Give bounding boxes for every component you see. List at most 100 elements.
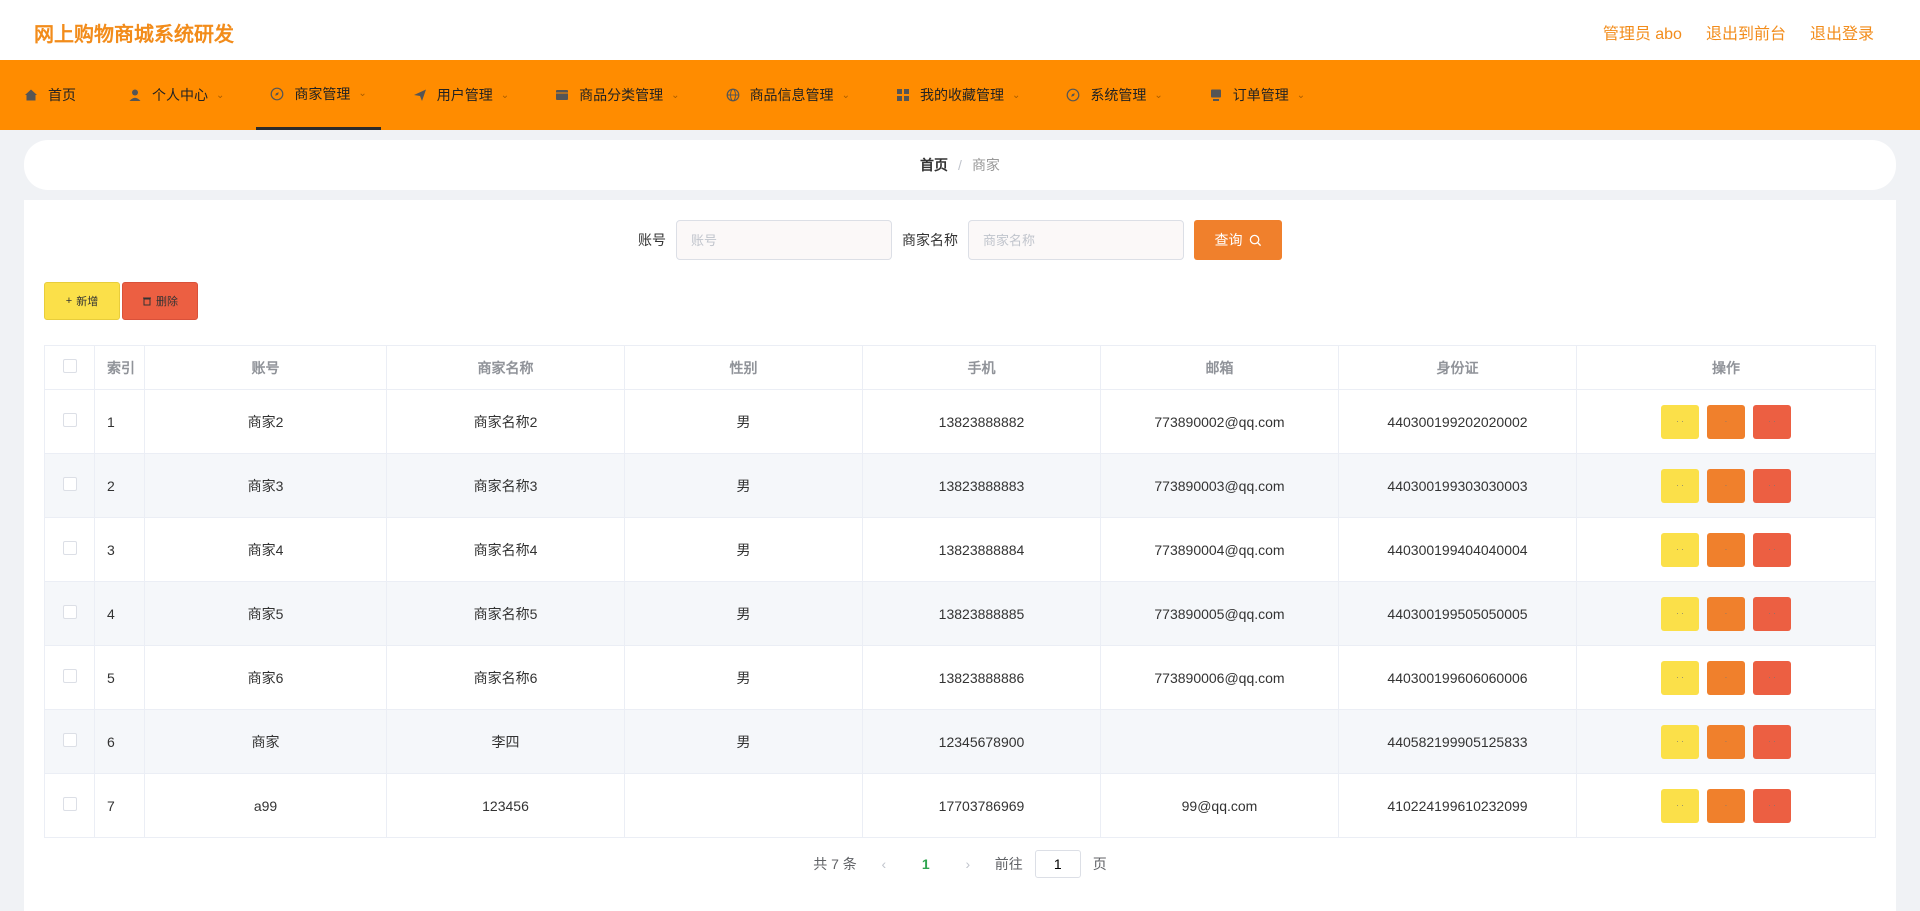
cell-email: 99@qq.com (1100, 773, 1339, 838)
cell-phone: 13823888885 (862, 581, 1101, 646)
nav-item-label: 商品信息管理 (749, 87, 834, 103)
delete-button[interactable]: 删除 (122, 282, 198, 320)
row-checkbox[interactable] (62, 413, 77, 427)
row-checkbox[interactable] (62, 541, 77, 555)
col-phone: 手机 (862, 345, 1101, 390)
cell-merchant-name: 商家名称3 (386, 453, 625, 518)
cell-id-card: 440300199404040004 (1338, 517, 1577, 582)
edit-button[interactable]: · (1707, 660, 1745, 695)
select-all-checkbox[interactable] (62, 359, 77, 373)
table-row: 5 商家6 商家名称6 男 13823888886 773890006@qq.com 440… (44, 645, 1876, 710)
detail-button[interactable]: · · (1661, 532, 1699, 567)
detail-button[interactable]: · · (1661, 660, 1699, 695)
page-number[interactable]: 1 (911, 856, 941, 872)
cell-phone: 13823888883 (862, 453, 1101, 518)
merchant-name-input[interactable] (968, 220, 1184, 260)
detail-button[interactable]: · · (1661, 724, 1699, 759)
row-select-cell (44, 773, 95, 838)
edit-button[interactable]: · (1707, 724, 1745, 759)
edit-button[interactable]: · (1707, 532, 1745, 567)
row-delete-button[interactable]: · · (1753, 660, 1791, 695)
edit-button[interactable]: · (1707, 404, 1745, 439)
edit-button[interactable]: · (1707, 596, 1745, 631)
home-icon (24, 88, 38, 102)
nav-item-6[interactable]: 我的收藏管理 ⌄ (882, 60, 1034, 130)
goto-page-input[interactable] (1034, 850, 1081, 878)
detail-button[interactable]: · · (1661, 596, 1699, 631)
nav-item-4[interactable]: 商品分类管理 ⌄ (541, 60, 693, 130)
nav-item-7[interactable]: 系统管理 ⌄ (1052, 60, 1176, 130)
cell-email (1100, 709, 1339, 774)
row-checkbox[interactable] (62, 797, 77, 811)
cell-phone: 13823888886 (862, 645, 1101, 710)
nav-item-3[interactable]: 用户管理 ⌄ (399, 60, 523, 130)
add-button[interactable]: + 新增 (44, 282, 120, 320)
row-operations: · · · · · (1576, 709, 1876, 774)
row-delete-button[interactable]: · · (1753, 532, 1791, 567)
cell-id-card: 440300199303030003 (1338, 453, 1577, 518)
compass-icon (1066, 88, 1080, 102)
cell-account: 商家4 (144, 517, 387, 582)
cell-merchant-name: 商家名称5 (386, 581, 625, 646)
goto-label: 前往 (994, 856, 1023, 872)
detail-button[interactable]: · · (1661, 468, 1699, 503)
breadcrumb-home[interactable]: 首页 (920, 155, 948, 175)
cell-gender: 男 (624, 645, 863, 710)
logout-link[interactable]: 退出登录 (1810, 20, 1874, 44)
trash-icon (143, 297, 151, 306)
row-checkbox[interactable] (62, 733, 77, 747)
merchant-table: 索引 账号 商家名称 性别 手机 邮箱 身份证 操作 1 商家2 商家名称2 男 138… (44, 345, 1876, 838)
main-nav: 首页 个人中心 ⌄ 商家管理 ⌄ 用户管理 ⌄ 商品分类管理 ⌄ 商品信息管理 ⌄ 我的收藏管理 ⌄ 系统… (0, 60, 1920, 130)
row-checkbox[interactable] (62, 605, 77, 619)
row-checkbox[interactable] (62, 477, 77, 491)
detail-button[interactable]: · · (1661, 788, 1699, 823)
nav-item-1[interactable]: 个人中心 ⌄ (114, 60, 238, 130)
cell-email: 773890004@qq.com (1100, 517, 1339, 582)
row-delete-button[interactable]: · · (1753, 724, 1791, 759)
table-row: 2 商家3 商家名称3 男 13823888883 773890003@qq.com 440… (44, 453, 1876, 518)
cell-phone: 12345678900 (862, 709, 1101, 774)
account-input[interactable] (676, 220, 892, 260)
col-email: 邮箱 (1100, 345, 1339, 390)
nav-item-2[interactable]: 商家管理 ⌄ (256, 60, 381, 130)
cell-id-card: 440300199505050005 (1338, 581, 1577, 646)
edit-button[interactable]: · (1707, 788, 1745, 823)
row-delete-button[interactable]: · · (1753, 404, 1791, 439)
query-button[interactable]: 查询 (1194, 220, 1282, 260)
user-icon (128, 88, 142, 102)
detail-button[interactable]: · · (1661, 404, 1699, 439)
query-button-label: 查询 (1214, 232, 1243, 248)
cell-merchant-name: 123456 (386, 773, 625, 838)
nav-item-5[interactable]: 商品信息管理 ⌄ (712, 60, 864, 130)
admin-user-link[interactable]: 管理员 abo (1603, 20, 1682, 44)
nav-item-8[interactable]: 订单管理 ⌄ (1195, 60, 1319, 130)
cell-id-card: 410224199610232099 (1338, 773, 1577, 838)
search-icon (1249, 234, 1261, 246)
col-id-card: 身份证 (1338, 345, 1577, 390)
nav-item-label: 首页 (48, 87, 76, 103)
table-row: 3 商家4 商家名称4 男 13823888884 773890004@qq.com 440… (44, 517, 1876, 582)
row-delete-button[interactable]: · · (1753, 596, 1791, 631)
exit-to-front-link[interactable]: 退出到前台 (1706, 20, 1786, 44)
col-account: 账号 (144, 345, 387, 390)
select-all-cell (44, 345, 95, 390)
nav-item-label: 用户管理 (436, 87, 493, 103)
cell-index: 7 (94, 773, 145, 838)
cell-account: 商家5 (144, 581, 387, 646)
cell-gender (624, 773, 863, 838)
row-select-cell (44, 709, 95, 774)
col-operations: 操作 (1576, 345, 1876, 390)
edit-button[interactable]: · (1707, 468, 1745, 503)
cell-account: 商家3 (144, 453, 387, 518)
cell-index: 3 (94, 517, 145, 582)
row-checkbox[interactable] (62, 669, 77, 683)
row-delete-button[interactable]: · · (1753, 468, 1791, 503)
nav-item-0[interactable]: 首页 (10, 60, 90, 130)
globe-icon (726, 88, 740, 102)
cell-index: 4 (94, 581, 145, 646)
cell-gender: 男 (624, 453, 863, 518)
next-page-icon[interactable]: › (953, 856, 983, 872)
row-delete-button[interactable]: · · (1753, 788, 1791, 823)
cell-account: 商家 (144, 709, 387, 774)
prev-page-icon[interactable]: ‹ (869, 856, 899, 872)
